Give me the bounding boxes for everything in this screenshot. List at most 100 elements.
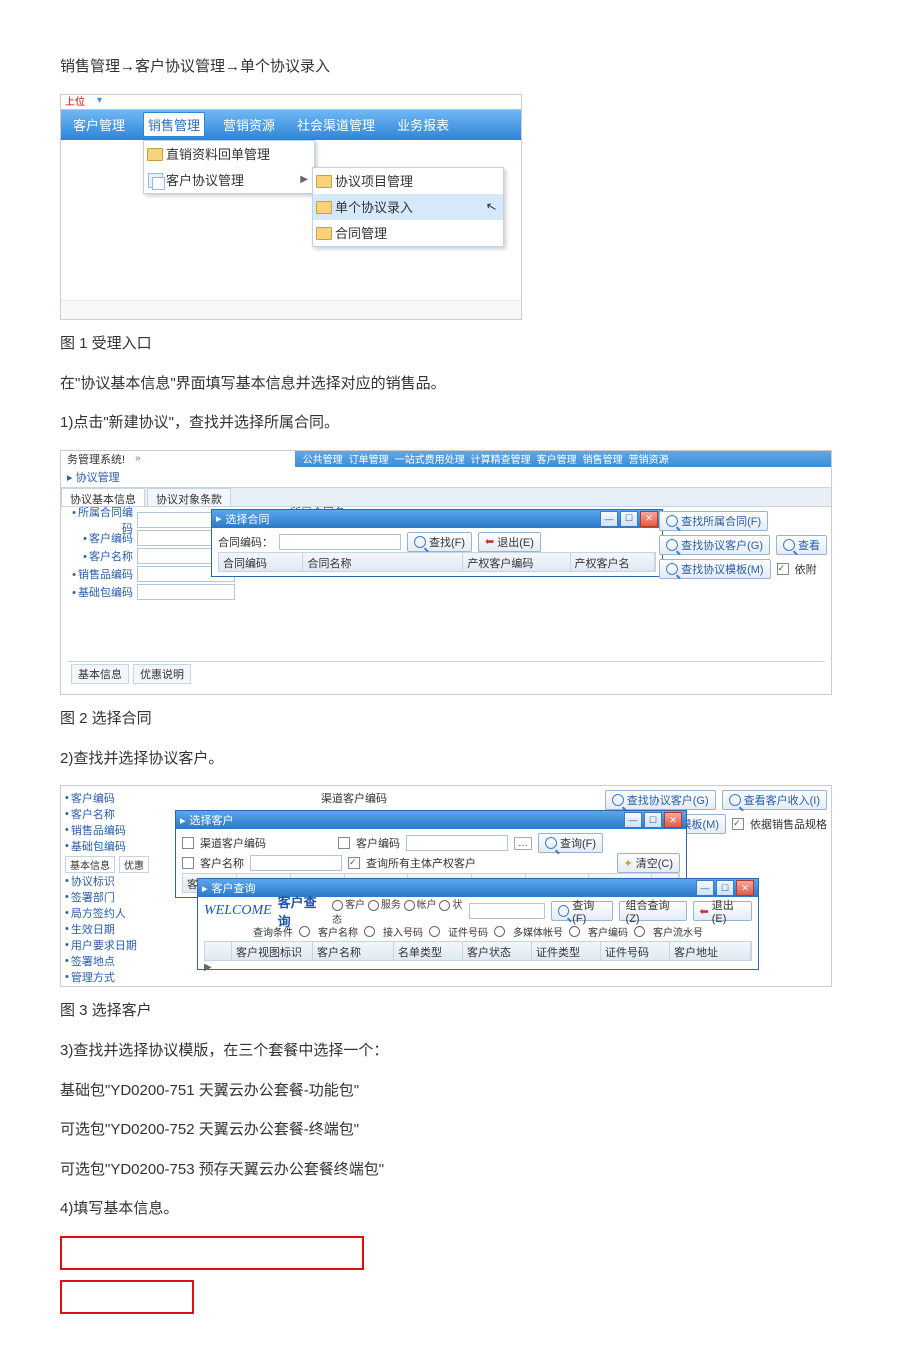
ellipsis-button[interactable]: … bbox=[514, 837, 532, 850]
topnav-item[interactable]: 销售管理 bbox=[583, 451, 623, 466]
ll-mgmt: 管理方式 bbox=[65, 969, 173, 985]
radio-lbl: 客户编码 bbox=[588, 924, 628, 939]
submenu2-label: 协议项目管理 bbox=[335, 171, 413, 190]
radio[interactable] bbox=[368, 900, 379, 911]
ll-sign-place: 签署地点 bbox=[65, 953, 173, 969]
chk-custname[interactable] bbox=[182, 857, 194, 869]
close-button[interactable]: ✕ bbox=[736, 880, 754, 896]
copy-icon bbox=[144, 171, 166, 187]
breadcrumb-icon: ▸ bbox=[67, 472, 73, 484]
screenshot-select-customer: www.bdocx.com 客户编码 客户名称 销售品编码 基础包编码 基本信息… bbox=[60, 785, 832, 987]
menu-customer[interactable]: 客户管理 bbox=[69, 113, 129, 136]
inp-base-code[interactable] bbox=[137, 584, 235, 600]
btn-find-contract[interactable]: 查找所属合同(F) bbox=[659, 511, 768, 531]
chk-attach[interactable] bbox=[777, 563, 789, 575]
radio-lbl: 帐户 bbox=[417, 900, 437, 911]
radio[interactable] bbox=[332, 900, 343, 911]
topnav-item[interactable]: 公共管理 bbox=[303, 451, 343, 466]
dlg2-exit[interactable]: ⬅退出(E) bbox=[693, 901, 752, 921]
close-button[interactable]: ✕ bbox=[640, 511, 658, 527]
fig1-caption: 图 1 受理入口 bbox=[60, 332, 860, 353]
cursor-icon: ↖ bbox=[484, 197, 499, 215]
radio-lbl: 客户流水号 bbox=[653, 924, 703, 939]
topnav-item[interactable]: 一站式费用处理 bbox=[395, 451, 465, 466]
top-nav: 公共管理 订单管理 一站式费用处理 计算精查管理 客户管理 销售管理 营销资源 bbox=[295, 451, 831, 467]
topnav-item[interactable]: 客户管理 bbox=[537, 451, 577, 466]
ll-eff-date: 生效日期 bbox=[65, 921, 173, 937]
submenu-item-direct[interactable]: 直销资料回单管理 bbox=[144, 141, 314, 167]
radio[interactable] bbox=[429, 926, 440, 937]
chk3[interactable] bbox=[732, 818, 744, 830]
submenu-item-agreement[interactable]: 客户协议管理 ▶ bbox=[144, 167, 314, 193]
cond-lbl: 查询条件 bbox=[253, 924, 293, 939]
para-step3: 3)查找并选择协议模版，在三个套餐中选择一个： bbox=[60, 1038, 860, 1064]
foot-tab-basic[interactable]: 基本信息 bbox=[71, 664, 129, 684]
small-tab-disc[interactable]: 优惠 bbox=[119, 856, 149, 873]
radio[interactable] bbox=[299, 926, 310, 937]
submenu2-item-project[interactable]: 协议项目管理 bbox=[313, 168, 503, 194]
tab-terms[interactable]: 协议对象条款 bbox=[147, 488, 231, 506]
topnav-item[interactable]: 计算精查管理 bbox=[471, 451, 531, 466]
radio[interactable] bbox=[634, 926, 645, 937]
radio[interactable] bbox=[439, 900, 450, 911]
submenu2-item-single[interactable]: 单个协议录入 ↖ bbox=[313, 194, 503, 220]
btn-view[interactable]: 查看 bbox=[776, 535, 827, 555]
lbl-base-code: 基础包编码 bbox=[67, 584, 133, 600]
menu-channel[interactable]: 社会渠道管理 bbox=[293, 113, 379, 136]
min-button[interactable]: — bbox=[600, 511, 618, 527]
col: 名单类型 bbox=[394, 942, 463, 960]
red-highlight-box-1 bbox=[60, 1236, 364, 1270]
min-button[interactable]: — bbox=[624, 812, 642, 828]
topnav-item[interactable]: 营销资源 bbox=[629, 451, 669, 466]
foot-tab-discount[interactable]: 优惠说明 bbox=[133, 664, 191, 684]
dlg1-clear-button[interactable]: ✦清空(C) bbox=[617, 853, 681, 873]
dlg-exit-button[interactable]: ⬅退出(E) bbox=[478, 532, 541, 552]
dlg2-inp[interactable] bbox=[469, 903, 545, 919]
btn3-find-customer[interactable]: 查找协议客户(G) bbox=[605, 790, 716, 810]
inp-custcode[interactable] bbox=[406, 835, 508, 851]
min-button[interactable]: — bbox=[696, 880, 714, 896]
menu-sales[interactable]: 销售管理 bbox=[143, 112, 205, 137]
max-button[interactable]: ☐ bbox=[716, 880, 734, 896]
radio-lbl: 证件号码 bbox=[448, 924, 488, 939]
chk-all-owner[interactable] bbox=[348, 857, 360, 869]
max-button[interactable]: ☐ bbox=[620, 511, 638, 527]
radio-lbl: 多媒体帐号 bbox=[513, 924, 563, 939]
dlg2-adv[interactable]: 组合查询(Z) bbox=[619, 901, 687, 921]
radio[interactable] bbox=[364, 926, 375, 937]
col: 客户视图标识 bbox=[232, 942, 313, 960]
inp-custname[interactable] bbox=[250, 855, 342, 871]
search-icon bbox=[414, 536, 426, 548]
dlg-inp-code[interactable] bbox=[279, 534, 401, 550]
radio[interactable] bbox=[569, 926, 580, 937]
dlg1-find-button[interactable]: 查询(F) bbox=[538, 833, 603, 853]
topnav-item[interactable]: 订单管理 bbox=[349, 451, 389, 466]
small-tab-basic[interactable]: 基本信息 bbox=[65, 856, 115, 873]
chk-channel[interactable] bbox=[182, 837, 194, 849]
btn-find-customer[interactable]: 查找协议客户(G) bbox=[659, 535, 770, 555]
col: 证件号码 bbox=[601, 942, 670, 960]
right-buttons: 查找所属合同(F) 查找协议客户(G) 查看 查找协议模板(M) 依附 bbox=[659, 511, 827, 579]
menu-marketing[interactable]: 营销资源 bbox=[219, 113, 279, 136]
dlg2-find[interactable]: 查询(F) bbox=[551, 901, 612, 921]
submenu2-label: 合同管理 bbox=[335, 223, 387, 242]
max-button[interactable]: ☐ bbox=[644, 812, 662, 828]
welcome-text: WELCOME bbox=[204, 903, 272, 919]
submenu2-item-contract[interactable]: 合同管理 bbox=[313, 220, 503, 246]
menu-report[interactable]: 业务报表 bbox=[393, 113, 453, 136]
btn-find-template[interactable]: 查找协议模板(M) bbox=[659, 559, 771, 579]
screenshot-select-contract: 务管理系统! » 公共管理 订单管理 一站式费用处理 计算精查管理 客户管理 销… bbox=[60, 450, 832, 695]
lbl-cust-name: 客户名称 bbox=[67, 548, 133, 564]
chk-custcode[interactable] bbox=[338, 837, 350, 849]
ll-signer: 局方签约人 bbox=[65, 905, 173, 921]
submenu-label: 客户协议管理 bbox=[166, 170, 244, 189]
radio[interactable] bbox=[404, 900, 415, 911]
dlg-find-button[interactable]: 查找(F) bbox=[407, 532, 472, 552]
close-button[interactable]: ✕ bbox=[664, 812, 682, 828]
ll-cust-name: 客户名称 bbox=[65, 806, 173, 822]
search-icon bbox=[729, 794, 741, 806]
top-red-text: 上位 bbox=[65, 93, 85, 108]
btn3-view-income[interactable]: 查看客户收入(I) bbox=[722, 790, 827, 810]
radio[interactable] bbox=[494, 926, 505, 937]
ll-base-code: 基础包编码 bbox=[65, 838, 173, 854]
